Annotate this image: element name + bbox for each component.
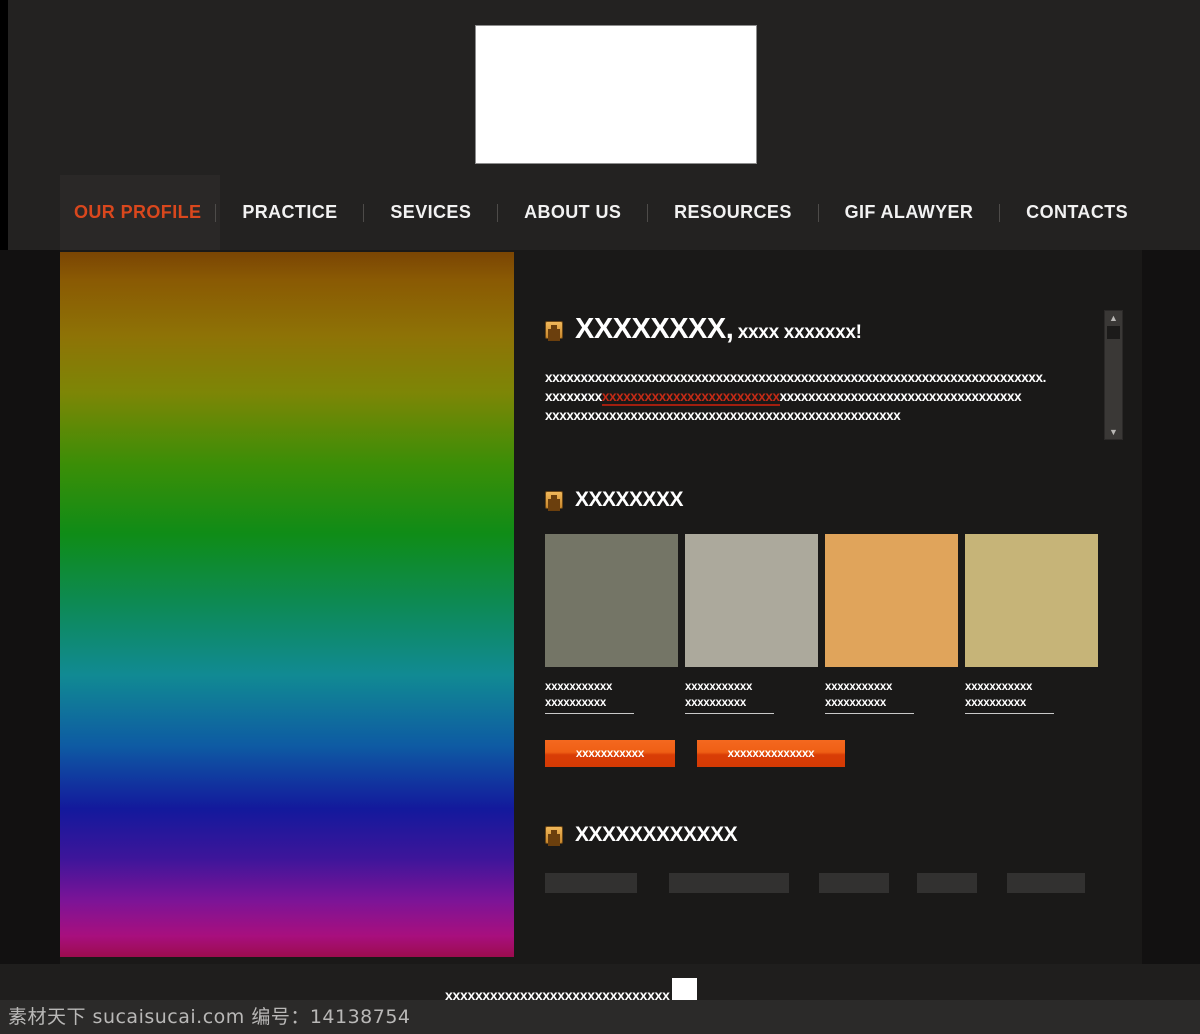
scrollbar-thumb[interactable] bbox=[1107, 326, 1120, 339]
gallery-caption-line1: xxxxxxxxxxx bbox=[545, 681, 613, 693]
welcome-title: XXXXXXXX, xxxx xxxxxxx! bbox=[575, 313, 862, 345]
nav-item-our-profile[interactable]: OUR PROFILE bbox=[60, 175, 215, 250]
nav-item-sevices[interactable]: SEVICES bbox=[376, 175, 485, 250]
scroll-up-arrow-icon[interactable]: ▲ bbox=[1109, 311, 1118, 325]
gallery-caption-line1: xxxxxxxxxxx bbox=[685, 681, 753, 693]
gallery-caption-line1: xxxxxxxxxxx bbox=[825, 681, 893, 693]
gallery-thumbnail[interactable] bbox=[685, 534, 818, 667]
gallery-title: XXXXXXXX bbox=[575, 488, 684, 511]
hero-gradient-image bbox=[60, 252, 514, 957]
gallery-thumbnail[interactable] bbox=[825, 534, 958, 667]
gallery-caption: xxxxxxxxxxx xxxxxxxxxx bbox=[685, 679, 818, 714]
gallery-caption-line1: xxxxxxxxxxx bbox=[965, 681, 1033, 693]
nav-item-contacts[interactable]: CONTACTS bbox=[1012, 175, 1142, 250]
nav-item-gif-alawyer[interactable]: GIF ALAWYER bbox=[831, 175, 988, 250]
nav-separator bbox=[817, 203, 819, 222]
plus-badge-icon bbox=[545, 826, 563, 844]
welcome-paragraph-line2-post: xxxxxxxxxxxxxxxxxxxxxxxxxxxxxxxxxx bbox=[779, 389, 1022, 404]
nav-separator bbox=[999, 203, 1001, 222]
scroll-down-arrow-icon[interactable]: ▼ bbox=[1109, 425, 1118, 439]
gallery-item[interactable]: xxxxxxxxxxx xxxxxxxxxx bbox=[685, 534, 818, 714]
page-root: OUR PROFILE PRACTICE SEVICES ABOUT US RE… bbox=[0, 0, 1200, 1034]
partner-logo-placeholder[interactable] bbox=[545, 873, 637, 893]
gallery-caption-line2: xxxxxxxxxx bbox=[545, 695, 634, 714]
gallery-caption: xxxxxxxxxxx xxxxxxxxxx bbox=[545, 679, 678, 714]
welcome-paragraph-line1: xxxxxxxxxxxxxxxxxxxxxxxxxxxxxxxxxxxxxxxx… bbox=[545, 370, 1046, 385]
partners-title: XXXXXXXXXXXX bbox=[575, 823, 738, 846]
gallery-caption-line2: xxxxxxxxxx bbox=[825, 695, 914, 714]
nav-separator bbox=[363, 203, 365, 222]
welcome-heading: XXXXXXXX, xxxx xxxxxxx! bbox=[545, 313, 1105, 346]
main-navigation: OUR PROFILE PRACTICE SEVICES ABOUT US RE… bbox=[60, 175, 1142, 250]
welcome-paragraph-line2-pre: xxxxxxxx bbox=[545, 389, 602, 404]
nav-separator bbox=[215, 203, 217, 222]
gallery-item[interactable]: xxxxxxxxxxx xxxxxxxxxx bbox=[965, 534, 1098, 714]
gallery-caption-line2: xxxxxxxxxx bbox=[965, 695, 1054, 714]
gallery-caption: xxxxxxxxxxx xxxxxxxxxx bbox=[965, 679, 1098, 714]
partner-logo-placeholder[interactable] bbox=[1007, 873, 1085, 893]
welcome-paragraph: xxxxxxxxxxxxxxxxxxxxxxxxxxxxxxxxxxxxxxxx… bbox=[545, 368, 1046, 425]
nav-item-about-us[interactable]: ABOUT US bbox=[510, 175, 635, 250]
site-logo-placeholder[interactable] bbox=[475, 25, 757, 164]
gallery-thumbnail[interactable] bbox=[545, 534, 678, 667]
gallery-thumbnail[interactable] bbox=[965, 534, 1098, 667]
nav-item-practice[interactable]: PRACTICE bbox=[228, 175, 351, 250]
nav-item-resources[interactable]: RESOURCES bbox=[660, 175, 806, 250]
secondary-cta-button[interactable]: xxxxxxxxxxxxxx bbox=[697, 740, 845, 767]
partner-logo-placeholder[interactable] bbox=[819, 873, 889, 893]
plus-badge-icon bbox=[545, 320, 563, 339]
gallery-caption-line2: xxxxxxxxxx bbox=[685, 695, 774, 714]
partners-logo-strip bbox=[545, 873, 1105, 893]
plus-badge-icon bbox=[545, 491, 563, 509]
welcome-inline-link[interactable]: xxxxxxxxxxxxxxxxxxxxxxxxx bbox=[601, 389, 780, 406]
nav-separator bbox=[497, 203, 499, 222]
welcome-paragraph-line3: xxxxxxxxxxxxxxxxxxxxxxxxxxxxxxxxxxxxxxxx… bbox=[545, 408, 901, 423]
watermark-text: 素材天下 sucaisucai.com 编号：14138754 bbox=[8, 1006, 411, 1028]
gallery-item[interactable]: xxxxxxxxxxx xxxxxxxxxx bbox=[545, 534, 678, 714]
partners-heading: XXXXXXXXXXXX bbox=[545, 823, 1105, 847]
partner-logo-placeholder[interactable] bbox=[669, 873, 789, 893]
nav-separator bbox=[647, 203, 649, 222]
gallery-grid: xxxxxxxxxxx xxxxxxxxxx xxxxxxxxxxx xxxxx… bbox=[545, 534, 1105, 714]
gallery-actions: xxxxxxxxxxx xxxxxxxxxxxxxx bbox=[545, 740, 1105, 767]
gallery-caption: xxxxxxxxxxx xxxxxxxxxx bbox=[825, 679, 958, 714]
gallery-item[interactable]: xxxxxxxxxxx xxxxxxxxxx bbox=[825, 534, 958, 714]
main-content-column: XXXXXXXX, xxxx xxxxxxx! xxxxxxxxxxxxxxxx… bbox=[545, 250, 1105, 893]
gallery-heading: XXXXXXXX bbox=[545, 488, 1105, 512]
partner-logo-placeholder[interactable] bbox=[917, 873, 977, 893]
primary-cta-button[interactable]: xxxxxxxxxxx bbox=[545, 740, 675, 767]
vertical-scrollbar[interactable]: ▲ ▼ bbox=[1104, 310, 1123, 440]
